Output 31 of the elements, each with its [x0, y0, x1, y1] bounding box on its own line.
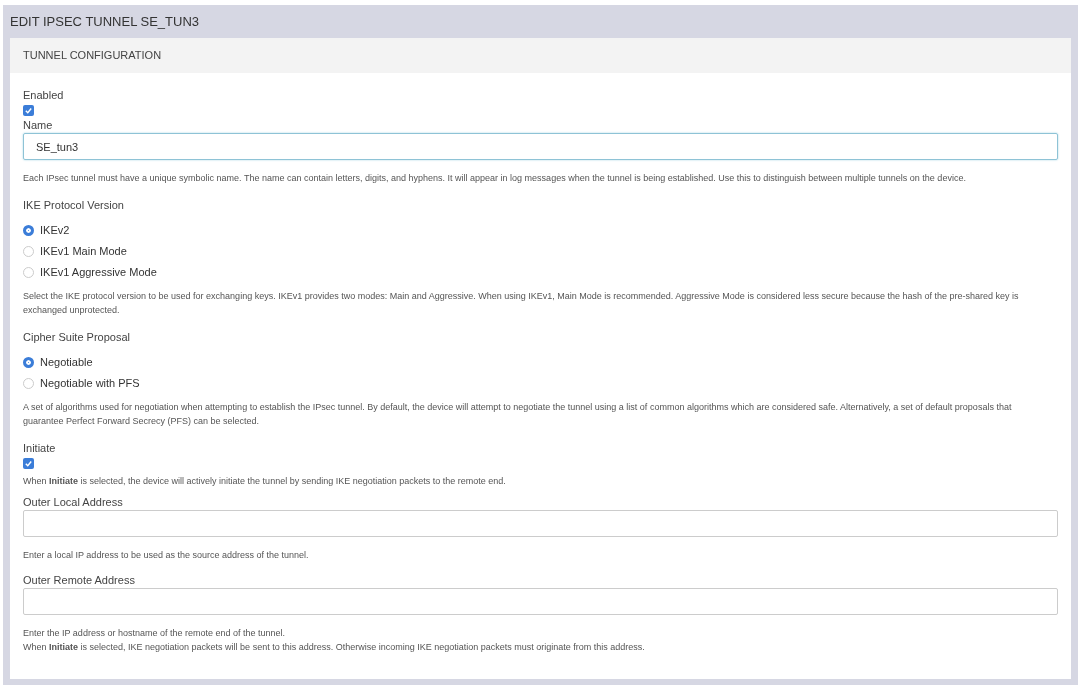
text-field[interactable]	[23, 588, 1058, 615]
radio-button[interactable]	[23, 357, 34, 368]
section-header: TUNNEL CONFIGURATION	[10, 38, 1071, 73]
radio-button[interactable]	[23, 267, 34, 278]
help-text: Enter the IP address or hostname of the remote end of the tunnel.	[23, 627, 286, 640]
field-label: Outer Remote Address	[23, 573, 136, 588]
field-label: Enabled	[23, 88, 65, 103]
radio-label[interactable]: IKEv2	[40, 222, 70, 239]
radio-label[interactable]: IKEv1 Main Mode	[40, 243, 127, 260]
help-text: When Initiate is selected, the device will actively initiate the tunnel by sending IKE negotiation packets to the remote end.	[23, 475, 507, 488]
radio-button[interactable]	[23, 246, 34, 257]
field-label: Outer Local Address	[23, 495, 124, 510]
help-text: When Initiate is selected, IKE negotiation packets will be sent to this address. Otherwise incoming IKE negotiation packets must originate from this address.	[23, 641, 646, 654]
text-field[interactable]: SE_tun3	[23, 133, 1058, 160]
text-field[interactable]	[23, 510, 1058, 537]
radio-label[interactable]: Negotiable	[40, 354, 93, 371]
help-text: A set of algorithms used for negotiation when attempting to establish the IPsec tunnel. By default, the device will attempt to negotiate the tunnel using a list of common algorithms which are considered safe. Alternatively, a set of default proposals that guarantee Perfect Forward Secrecy (PFS) can be selected.	[23, 401, 1013, 428]
radio-button[interactable]	[23, 225, 34, 236]
radio-label[interactable]: IKEv1 Aggressive Mode	[40, 264, 157, 281]
help-text: Enter a local IP address to be used as the source address of the tunnel.	[23, 549, 310, 562]
field-label: Initiate	[23, 441, 57, 456]
radio-label[interactable]: Negotiable with PFS	[40, 375, 140, 392]
field-label: Name	[23, 118, 54, 133]
checkbox[interactable]	[23, 105, 34, 116]
window-title: EDIT IPSEC TUNNEL SE_TUN3	[9, 12, 201, 31]
field-label: IKE Protocol Version	[23, 198, 125, 213]
checkbox[interactable]	[23, 458, 34, 469]
field-label: Cipher Suite Proposal	[23, 330, 131, 345]
help-text: Each IPsec tunnel must have a unique symbolic name. The name can contain letters, digits, and hyphens. It will appear in log messages when the tunnel is being established. Use this to distinguish between multiple tunnels on the device.	[23, 172, 967, 185]
help-text: Select the IKE protocol version to be used for exchanging keys. IKEv1 provides two modes: Main and Aggressive. When using IKEv1, Main Mode is recommended. Aggressive Mode is considered less secure because the hash of the pre-shared key is exchanged unprotected.	[23, 290, 1020, 317]
radio-button[interactable]	[23, 378, 34, 389]
